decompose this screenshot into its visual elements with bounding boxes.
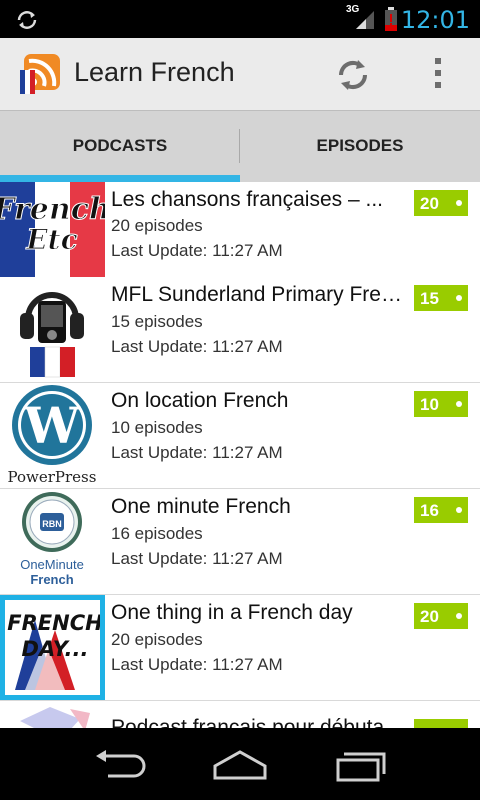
badge-count: 20 <box>420 607 439 626</box>
action-bar: Learn French <box>0 38 480 110</box>
app-title: Learn French <box>74 57 235 87</box>
list-item[interactable]: Podcast français pour débutants <box>0 701 480 728</box>
list-item[interactable]: W PowerPress On location French 10 episo… <box>0 383 480 489</box>
unplayed-badge[interactable]: 16 <box>414 497 468 523</box>
recent-apps-icon[interactable] <box>334 748 388 787</box>
sync-icon <box>14 7 40 38</box>
overflow-menu-icon[interactable] <box>432 56 444 97</box>
tab-episodes[interactable]: EPISODES <box>240 111 480 182</box>
unplayed-badge[interactable]: 10 <box>414 391 468 417</box>
last-update: Last Update: 11:27 AM <box>111 655 283 674</box>
podcast-list[interactable]: French Etc Les chansons françaises – ...… <box>0 182 480 728</box>
podcast-artwork <box>0 277 105 382</box>
podcast-logo-icon[interactable] <box>20 52 66 99</box>
episode-count: 15 episodes <box>111 312 203 331</box>
episode-count: 10 episodes <box>111 418 203 437</box>
podcast-title: Les chansons françaises – ... <box>111 188 383 211</box>
tab-bar: PODCASTS EPISODES <box>0 110 480 182</box>
battery-icon <box>384 7 398 36</box>
badge-count: 10 <box>420 395 439 414</box>
podcast-artwork: W PowerPress <box>0 383 105 488</box>
artwork-text: Etc <box>25 223 77 256</box>
list-item[interactable]: MFL Sunderland Primary French... 15 epis… <box>0 277 480 383</box>
tab-label: EPISODES <box>316 136 404 155</box>
status-bar: 3G 12:01 <box>0 0 480 38</box>
svg-text:RBN: RBN <box>42 519 62 529</box>
signal-icon <box>354 8 376 35</box>
podcast-title: One thing in a French day <box>111 601 353 624</box>
back-icon[interactable] <box>94 748 148 787</box>
tab-label: PODCASTS <box>72 136 168 155</box>
podcast-artwork: French Etc <box>0 182 105 279</box>
badge-dot-icon <box>456 613 462 619</box>
list-item-selected[interactable]: FRENCH DAY... One thing in a French day … <box>0 595 480 701</box>
badge-count: 16 <box>420 501 439 520</box>
last-update: Last Update: 11:27 AM <box>111 337 283 356</box>
unplayed-badge[interactable] <box>414 719 468 728</box>
last-update: Last Update: 11:27 AM <box>111 241 283 260</box>
podcast-title: Podcast français pour débutants <box>111 716 406 728</box>
episode-count: 20 episodes <box>111 216 203 235</box>
podcast-artwork: RBN OneMinute French <box>0 489 105 594</box>
tab-podcasts[interactable]: PODCASTS <box>0 111 240 182</box>
artwork-text: FRENCH <box>7 611 100 635</box>
list-item[interactable]: RBN OneMinute French One minute French 1… <box>0 489 480 595</box>
navigation-bar <box>0 728 480 800</box>
artwork-text: French <box>30 572 73 587</box>
clock: 12:01 <box>400 6 470 34</box>
episode-count: 16 episodes <box>111 524 203 543</box>
unplayed-badge[interactable]: 20 <box>414 190 468 216</box>
last-update: Last Update: 11:27 AM <box>111 443 283 462</box>
podcast-title: One minute French <box>111 495 291 518</box>
podcast-title: On location French <box>111 389 289 412</box>
last-update: Last Update: 11:27 AM <box>111 549 283 568</box>
artwork-text: PowerPress <box>8 468 97 486</box>
svg-text:W: W <box>23 396 81 455</box>
podcast-artwork: FRENCH DAY... <box>0 595 105 700</box>
artwork-text: DAY... <box>22 637 89 661</box>
badge-dot-icon <box>456 401 462 407</box>
podcast-artwork <box>0 701 105 728</box>
artwork-text: OneMinute <box>20 557 84 572</box>
unplayed-badge[interactable]: 15 <box>414 285 468 311</box>
badge-dot-icon <box>456 200 462 206</box>
badge-dot-icon <box>456 295 462 301</box>
refresh-icon[interactable] <box>334 56 372 99</box>
tab-selected-indicator <box>0 175 240 182</box>
podcast-title: MFL Sunderland Primary French... <box>111 283 406 306</box>
unplayed-badge[interactable]: 20 <box>414 603 468 629</box>
artwork-text: French <box>0 192 105 227</box>
home-icon[interactable] <box>211 748 269 787</box>
badge-dot-icon <box>456 507 462 513</box>
list-item[interactable]: French Etc Les chansons françaises – ...… <box>0 182 480 288</box>
badge-count: 15 <box>420 289 439 308</box>
badge-count: 20 <box>420 194 439 213</box>
episode-count: 20 episodes <box>111 630 203 649</box>
